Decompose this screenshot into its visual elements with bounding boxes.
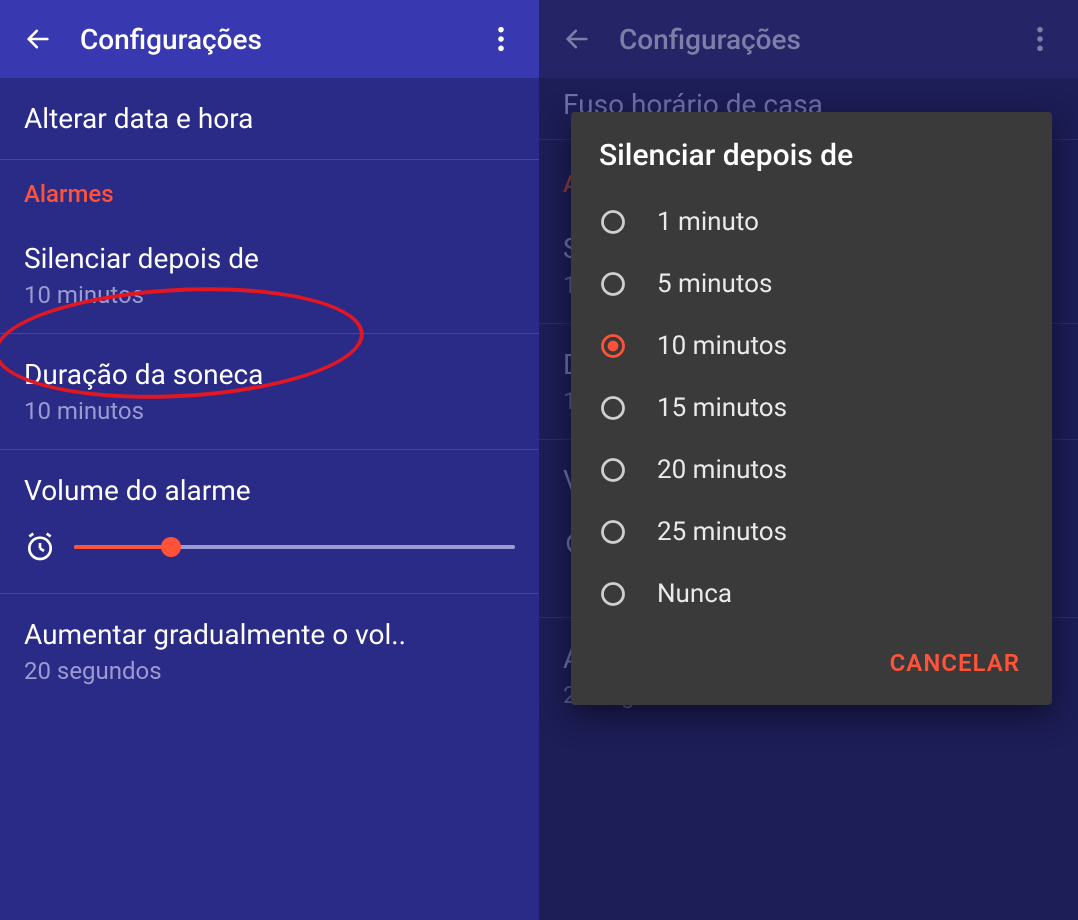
overflow-menu-button[interactable] [479,17,523,61]
arrow-back-icon [24,25,52,53]
dialog-actions: CANCELAR [571,625,1052,697]
settings-screen-right: Configurações Fuso horário de casa A S 1… [539,0,1078,920]
radio-checked-icon [599,332,627,360]
dialog-option-label: 5 minutos [657,269,772,299]
row-silence-after[interactable]: Silenciar depois de 10 minutos [0,218,539,334]
section-header-alarms: Alarmes [0,160,539,218]
appbar-title: Configurações [80,23,479,56]
alarm-volume-slider[interactable] [74,545,515,549]
row-secondary: 20 segundos [24,657,515,685]
radio-unchecked-icon [599,208,627,236]
appbar: Configurações [0,0,539,78]
dialog-option-label: 10 minutos [657,331,787,361]
radio-unchecked-icon [599,518,627,546]
slider-thumb[interactable] [161,537,181,557]
silence-after-dialog: Silenciar depois de 1 minuto 5 minutos 10 … [571,112,1052,705]
radio-unchecked-icon [599,394,627,422]
slider-fill [74,545,171,549]
row-secondary: 10 minutos [24,281,515,309]
row-primary: Silenciar depois de [24,242,515,275]
cancel-button[interactable]: CANCELAR [878,639,1032,687]
dialog-option[interactable]: 1 minuto [583,191,1040,253]
dialog-title: Silenciar depois de [571,112,1052,191]
dialog-option-label: 20 minutos [657,455,787,485]
dialog-option-label: 1 minuto [657,207,759,237]
row-primary: Aumentar gradualmente o vol.. [24,618,515,651]
radio-unchecked-icon [599,270,627,298]
row-primary: Alterar data e hora [24,102,515,135]
row-change-date-time[interactable]: Alterar data e hora [0,78,539,160]
row-snooze-duration[interactable]: Duração da soneca 10 minutos [0,334,539,450]
dialog-option-label: 25 minutos [657,517,787,547]
dialog-option-label: 15 minutos [657,393,787,423]
row-alarm-volume: Volume do alarme [0,450,539,594]
dialog-option-label: Nunca [657,579,732,609]
row-secondary: 10 minutos [24,397,515,425]
row-gradually-increase[interactable]: Aumentar gradualmente o vol.. 20 segundo… [0,594,539,709]
more-vert-icon [497,25,505,53]
settings-screen-left: Configurações Alterar data e hora Alarme… [0,0,539,920]
dialog-option[interactable]: 20 minutos [583,439,1040,501]
dialog-option[interactable]: 15 minutos [583,377,1040,439]
back-button[interactable] [16,17,60,61]
row-primary: Duração da soneca [24,358,515,391]
dialog-options-list: 1 minuto 5 minutos 10 minutos 15 minutos 20 … [571,191,1052,625]
dialog-option[interactable]: 10 minutos [583,315,1040,377]
dialog-option[interactable]: Nunca [583,563,1040,625]
row-primary: Volume do alarme [24,474,515,507]
dialog-option[interactable]: 5 minutos [583,253,1040,315]
alarm-clock-icon [24,531,56,563]
radio-unchecked-icon [599,580,627,608]
radio-unchecked-icon [599,456,627,484]
dialog-option[interactable]: 25 minutos [583,501,1040,563]
